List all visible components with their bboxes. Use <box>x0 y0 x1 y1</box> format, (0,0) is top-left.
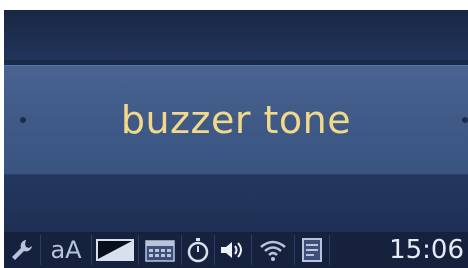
wifi-icon[interactable] <box>252 235 295 265</box>
menu-next-item[interactable] <box>4 175 468 233</box>
notes-icon[interactable] <box>295 235 330 265</box>
status-bar: aA 15:06 <box>4 232 468 268</box>
font-size-icon[interactable]: aA <box>41 235 92 265</box>
menu-selected-item[interactable]: buzzer tone <box>4 65 468 175</box>
calendar-icon[interactable] <box>139 235 182 265</box>
font-size-label: aA <box>50 236 82 264</box>
contrast-icon[interactable] <box>92 235 139 265</box>
stopwatch-icon[interactable] <box>182 235 215 265</box>
clock: 15:06 <box>389 235 464 265</box>
wrench-icon[interactable] <box>4 235 41 265</box>
speaker-icon[interactable] <box>215 235 252 265</box>
device-screen: buzzer tone aA 15:06 <box>4 10 468 268</box>
menu-previous-item[interactable] <box>4 10 468 60</box>
menu-item-label: buzzer tone <box>120 98 352 142</box>
